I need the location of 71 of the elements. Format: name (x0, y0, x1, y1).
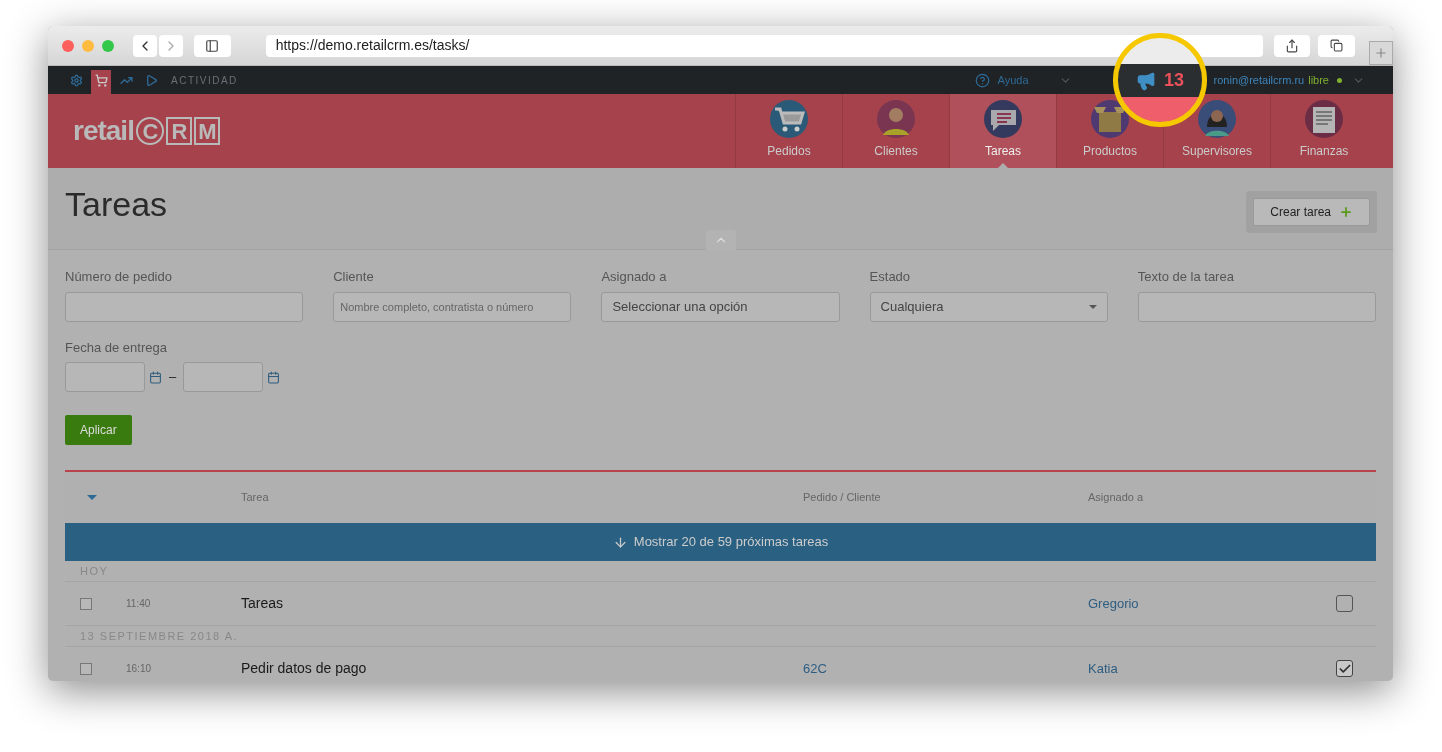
checkbox[interactable] (80, 662, 92, 675)
tabs-button[interactable] (1318, 34, 1356, 57)
tabs-icon (1330, 39, 1344, 52)
close-window-icon[interactable] (62, 39, 74, 52)
forward-button[interactable] (158, 34, 183, 57)
column-header: Pedido / Cliente (803, 490, 882, 506)
range-separator: – (169, 368, 177, 387)
plus-icon (1339, 205, 1353, 219)
sidebar-button[interactable] (193, 34, 231, 57)
megaphone-icon (1136, 70, 1156, 91)
order-link[interactable]: 62C (803, 658, 827, 679)
box-icon (1090, 99, 1130, 139)
task-title[interactable]: Tareas (241, 593, 803, 614)
nav-tab[interactable]: Pedidos (735, 94, 842, 168)
complete-checkbox[interactable] (1336, 595, 1353, 612)
person-avatar-icon (876, 99, 916, 139)
chat-list-icon (983, 99, 1023, 139)
apply-button[interactable]: Aplicar (65, 415, 132, 445)
field-label: Texto de la tarea (1137, 268, 1235, 286)
input-field[interactable] (1137, 291, 1376, 322)
assignee-link[interactable]: Gregorio (1088, 593, 1139, 614)
share-button[interactable] (1274, 34, 1311, 57)
create-task-button[interactable]: Crear tarea (1253, 198, 1370, 226)
maximize-window-icon[interactable] (101, 39, 114, 52)
notification-count: 13 (1164, 69, 1184, 92)
column-header: Tarea (241, 490, 270, 506)
input-field[interactable] (65, 291, 304, 322)
task-time: 16:10 (126, 662, 153, 676)
date-field[interactable] (183, 362, 264, 392)
arrow-down-icon (612, 534, 628, 550)
document-icon (1304, 99, 1344, 139)
field-label: Estado (869, 268, 912, 286)
field-label: Cliente (333, 268, 375, 286)
address-field[interactable]: https://demo.retailcrm.es/tasks/ (265, 34, 1264, 57)
complete-checkbox[interactable] (1336, 660, 1353, 677)
task-time: 11:40 (126, 597, 152, 611)
column-header: Asignado a (1088, 490, 1145, 506)
person-avatar-icon (1197, 99, 1237, 139)
sidebar-icon (205, 38, 220, 53)
new-tab-button[interactable] (1369, 41, 1393, 65)
user-email[interactable]: ronin@retailcrm.ru (1213, 71, 1305, 89)
select-field[interactable]: Seleccionar una opción (601, 291, 840, 322)
cart-icon (769, 99, 809, 139)
date-field[interactable] (65, 362, 145, 392)
dropdown-field[interactable]: Cualquiera (869, 291, 1108, 322)
field-label: Fecha de entrega (65, 338, 168, 357)
sort-caret-icon[interactable] (87, 495, 97, 500)
field-label: Asignado a (601, 268, 668, 286)
plan-label: libre (1308, 72, 1329, 88)
cart-icon[interactable] (91, 70, 111, 94)
help-link[interactable]: Ayuda (997, 71, 1029, 89)
assignee-link[interactable]: Katia (1088, 658, 1118, 679)
calendar-icon[interactable] (149, 370, 162, 384)
task-title[interactable]: Pedir datos de pago (241, 658, 803, 679)
back-button[interactable] (132, 34, 157, 57)
caret-icon (1088, 304, 1097, 309)
load-more-button[interactable]: Mostrar 20 de 59 próximas tareas (65, 523, 1376, 561)
collapse-button[interactable] (706, 230, 736, 250)
nav-tab[interactable]: Tareas (949, 94, 1056, 168)
checkbox[interactable] (80, 597, 92, 610)
minimize-window-icon[interactable] (81, 39, 94, 52)
page-title: Tareas (65, 184, 168, 224)
share-icon (1285, 38, 1300, 53)
field-label: Número de pedido (65, 268, 173, 286)
calendar-icon[interactable] (267, 370, 281, 384)
activity-label[interactable]: ACTIVIDAD (171, 72, 238, 88)
nav-tab[interactable]: Finanzas (1270, 94, 1377, 168)
logo: retail C R M (73, 110, 220, 152)
plus-icon (1374, 46, 1388, 60)
help-icon[interactable] (974, 72, 990, 88)
input-field[interactable]: Nombre completo, contratista o número (333, 291, 572, 322)
